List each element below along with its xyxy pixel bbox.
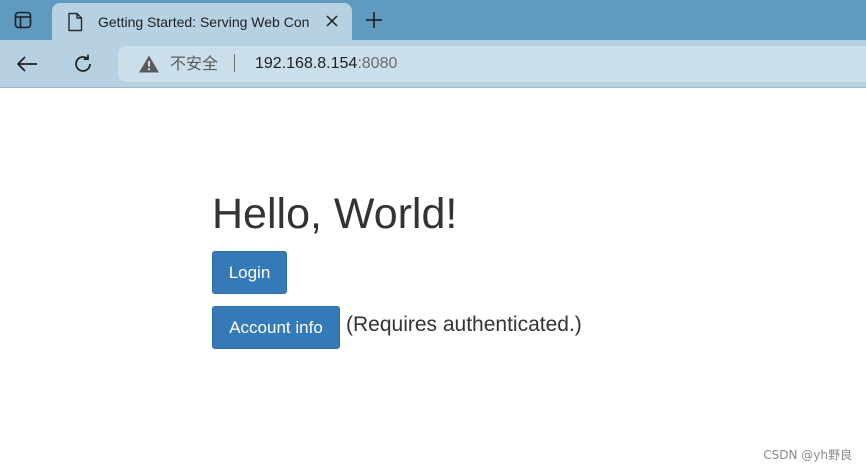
url-text[interactable]: 192.168.8.154:8080 [255,53,397,75]
page-content: Hello, World! Login Account info (Requir… [0,89,866,473]
reload-button[interactable] [68,49,98,79]
back-button[interactable] [12,49,42,79]
back-arrow-icon [17,56,37,72]
tab-actions-icon [14,11,32,29]
page-heading: Hello, World! [212,190,458,238]
plus-icon [366,12,382,28]
browser-tab[interactable]: Getting Started: Serving Web Con [52,3,352,40]
url-separator [234,54,235,72]
tab-close-button[interactable] [322,11,342,31]
account-info-button[interactable]: Account info [212,306,340,349]
close-icon [326,15,338,27]
watermark: CSDN @yh野良 [763,448,852,462]
tab-actions-button[interactable] [8,6,38,34]
login-button[interactable]: Login [212,251,287,294]
requires-auth-note: (Requires authenticated.) [346,313,582,336]
warning-icon[interactable] [138,54,160,74]
reload-icon [75,54,91,72]
url-port: :8080 [357,55,398,72]
document-icon [68,12,83,32]
tab-title: Getting Started: Serving Web Con [98,14,310,30]
tab-strip: Getting Started: Serving Web Con [0,0,866,40]
browser-toolbar: 不安全 192.168.8.154:8080 [0,40,866,88]
security-label[interactable]: 不安全 [170,53,218,75]
url-host: 192.168.8.154 [255,55,358,72]
address-bar[interactable]: 不安全 192.168.8.154:8080 [118,46,866,82]
new-tab-button[interactable] [360,6,388,34]
